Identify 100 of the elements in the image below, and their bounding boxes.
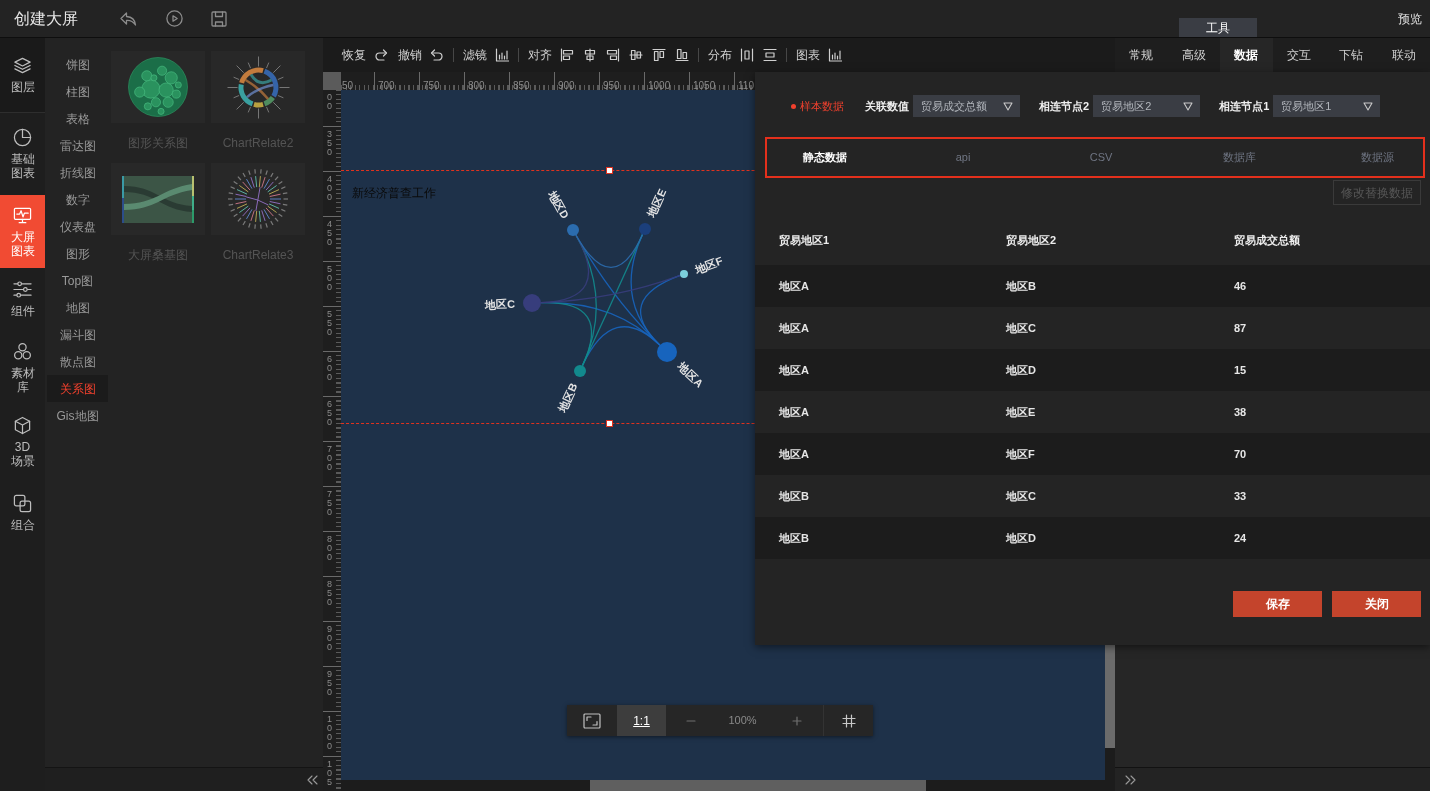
category-item[interactable]: 散点图: [47, 348, 108, 375]
scrollbar-thumb[interactable]: [590, 780, 926, 791]
node-label: 地区F: [693, 254, 725, 276]
table-cell-text: 38: [1234, 404, 1248, 420]
align-right-icon[interactable]: [606, 48, 620, 62]
node-label: 地区A: [675, 360, 706, 390]
grid-icon[interactable]: [841, 713, 856, 728]
category-item[interactable]: 雷达图: [47, 132, 108, 159]
table-cell-text: 24: [1234, 530, 1248, 546]
preview-button[interactable]: 预览: [1398, 9, 1422, 28]
category-item[interactable]: 图形: [47, 240, 108, 267]
save-button[interactable]: 保存: [1233, 590, 1322, 617]
category-item[interactable]: 折线图: [47, 159, 108, 186]
dropdown[interactable]: 贸易地区1: [1273, 95, 1381, 117]
ruler-corner: [323, 72, 341, 90]
caret-icon: [1363, 101, 1374, 111]
monitor-pulse-icon: [13, 205, 32, 225]
back-arrow-icon[interactable]: [119, 9, 137, 28]
ruler-label: 450: [327, 220, 333, 247]
fit-screen-icon[interactable]: [583, 712, 601, 729]
property-tab[interactable]: 下钻: [1325, 38, 1378, 72]
chart-thumbnail[interactable]: [111, 163, 205, 235]
toolbar-label: 对齐: [528, 47, 552, 64]
column-header: 贸易成交总额: [1234, 232, 1301, 248]
tool-tab[interactable]: 工具: [1179, 18, 1257, 37]
double-chevron-right-icon[interactable]: [1125, 774, 1137, 785]
property-tab[interactable]: 高级: [1167, 38, 1220, 72]
table-cell-text: 46: [1234, 278, 1248, 294]
ruler-label: 750: [423, 80, 440, 90]
source-tab[interactable]: api: [918, 141, 1008, 174]
column-header: 贸易地区1: [779, 232, 831, 248]
app-title: 创建大屏: [14, 8, 78, 29]
field-label: 相连节点2: [1039, 98, 1090, 114]
table-cell-text: 15: [1234, 362, 1248, 378]
layers-icon: [13, 56, 32, 75]
source-tab[interactable]: 数据库: [1194, 141, 1284, 174]
align-middle-icon[interactable]: [629, 48, 643, 62]
redo-icon[interactable]: [374, 48, 388, 62]
close-button[interactable]: 关闭: [1332, 590, 1421, 617]
double-chevron-left-icon[interactable]: [306, 774, 318, 785]
category-item[interactable]: 仪表盘: [47, 213, 108, 240]
bar-chart-icon[interactable]: [495, 48, 509, 62]
node-label: 地区D: [546, 188, 572, 221]
align-left-icon[interactable]: [560, 48, 574, 62]
category-item[interactable]: Gis地图: [47, 402, 108, 429]
plus-icon[interactable]: [791, 715, 802, 726]
toolbar-label: 恢复: [342, 47, 366, 64]
distribute-vertical-icon[interactable]: [763, 48, 777, 62]
chart-thumbnail[interactable]: [211, 51, 305, 123]
table-cell-text: 地区A: [779, 320, 810, 336]
category-item[interactable]: 柱图: [47, 78, 108, 105]
category-item[interactable]: 数字: [47, 186, 108, 213]
sidebar-tab[interactable]: 组件: [0, 268, 45, 330]
sidebar-tab[interactable]: 素材库: [0, 330, 45, 405]
sample-data-tag: 样本数据: [800, 97, 844, 115]
sidebar-tab[interactable]: 图层: [0, 38, 45, 113]
scrollbar-thumb[interactable]: [1105, 645, 1115, 748]
toolbar-label: 撤销: [398, 47, 422, 64]
actual-size-button[interactable]: 1:1: [617, 705, 666, 736]
property-tab[interactable]: 交互: [1272, 38, 1325, 72]
undo-icon[interactable]: [430, 48, 444, 62]
ruler-label: 700: [327, 445, 333, 472]
align-center-icon[interactable]: [583, 48, 597, 62]
bar-chart-icon[interactable]: [828, 48, 842, 62]
cube-icon: [13, 415, 32, 435]
category-item[interactable]: 饼图: [47, 51, 108, 78]
sidebar-tab[interactable]: 3D场景: [0, 405, 45, 478]
category-item[interactable]: Top图: [47, 267, 108, 294]
play-icon[interactable]: [166, 10, 183, 27]
sidebar-tab[interactable]: 组合: [0, 478, 45, 548]
resize-handle[interactable]: [606, 167, 613, 174]
resize-handle[interactable]: [606, 420, 613, 427]
ruler-label: 400: [327, 175, 333, 202]
property-tab[interactable]: 数据: [1220, 38, 1273, 72]
table-cell-text: 70: [1234, 446, 1248, 462]
category-item[interactable]: 漏斗图: [47, 321, 108, 348]
source-tab[interactable]: CSV: [1056, 141, 1146, 174]
sidebar-tab[interactable]: 大屏图表: [0, 195, 45, 268]
table-cell-text: 地区D: [1006, 530, 1037, 546]
sidebar-tab[interactable]: 基础图表: [0, 113, 45, 195]
category-item[interactable]: 表格: [47, 105, 108, 132]
source-tab[interactable]: 静态数据: [780, 141, 870, 174]
chart-thumbnail[interactable]: [111, 51, 205, 123]
ruler-label: 105: [327, 760, 333, 787]
category-item[interactable]: 关系图: [47, 375, 108, 402]
ruler-label: 750: [327, 490, 333, 517]
dropdown[interactable]: 贸易地区2: [1093, 95, 1201, 117]
property-tab[interactable]: 联动: [1377, 38, 1430, 72]
ruler-label: 1000: [648, 80, 671, 90]
source-tab[interactable]: 数据源: [1332, 141, 1422, 174]
distribute-horizontal-icon[interactable]: [740, 48, 754, 62]
dropdown[interactable]: 贸易成交总额: [913, 95, 1020, 117]
align-top-icon[interactable]: [652, 48, 666, 62]
property-tab[interactable]: 常规: [1115, 38, 1168, 72]
save-icon[interactable]: [211, 10, 227, 27]
ruler-label: 800: [468, 80, 485, 90]
table-cell-text: 地区C: [1006, 320, 1037, 336]
align-bottom-icon[interactable]: [675, 48, 689, 62]
category-item[interactable]: 地图: [47, 294, 108, 321]
chart-thumbnail[interactable]: [211, 163, 305, 235]
